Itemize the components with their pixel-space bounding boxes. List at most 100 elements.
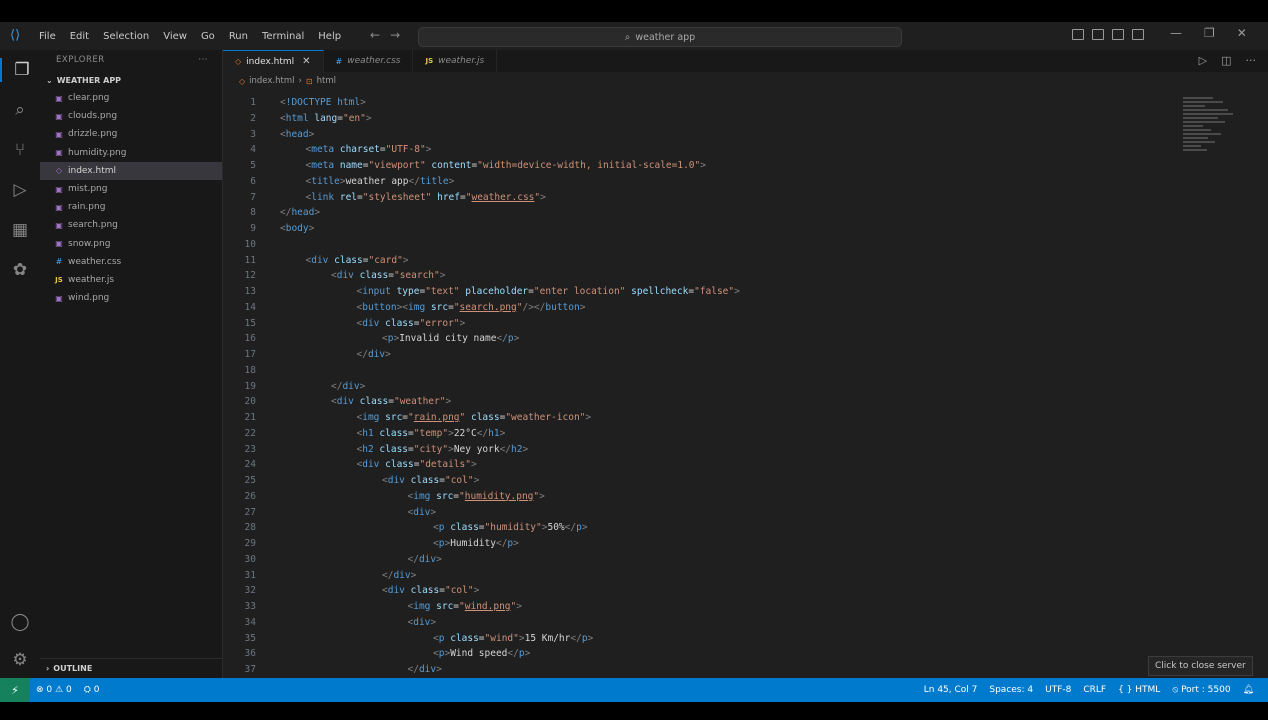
file-item[interactable]: ▣ rain.png [40, 198, 222, 216]
code-line[interactable]: 7 <link rel="stylesheet" href="weather.cs… [223, 190, 546, 206]
code-line[interactable]: 10 [223, 237, 280, 253]
code-line[interactable]: 2 <html lang="en"> [223, 111, 371, 127]
restore-icon[interactable]: ❐ [1204, 26, 1215, 40]
file-item[interactable]: # weather.css [40, 253, 222, 271]
code-line[interactable]: 23 <h2 class="city">Ney york</h2> [223, 442, 529, 458]
remote-indicator-icon[interactable]: ⚡ [0, 678, 30, 702]
code-line[interactable]: 18 [223, 363, 280, 379]
code-line[interactable]: 24 <div class="details"> [223, 457, 477, 473]
code-line[interactable]: 21 <img src="rain.png" class="weather-ico… [223, 410, 592, 426]
file-item[interactable]: ▣ drizzle.png [40, 125, 222, 143]
cursor-position[interactable]: Ln 45, Col 7 [918, 685, 984, 695]
code-line[interactable]: 26 <img src="humidity.png"> [223, 489, 545, 505]
command-center-search[interactable]: ⌕ weather app [418, 27, 902, 47]
code-line[interactable]: 3 <head> [223, 127, 314, 143]
toggle-sidebar-icon[interactable] [1072, 29, 1084, 40]
vertical-scrollbar[interactable] [1258, 90, 1268, 678]
file-item[interactable]: ◇ index.html [40, 161, 222, 180]
code-line[interactable]: 13 <input type="text" placeholder="enter … [223, 284, 740, 300]
menu-help[interactable]: Help [311, 31, 348, 42]
code-line[interactable]: 36 <p>Wind speed</p> [223, 646, 531, 662]
tab-weather-css[interactable]: # weather.css [324, 50, 414, 72]
file-item[interactable]: ▣ snow.png [40, 235, 222, 253]
back-arrow-icon[interactable]: ← [370, 28, 390, 42]
menu-selection[interactable]: Selection [96, 31, 156, 42]
run-debug-icon[interactable]: ▷ [8, 178, 32, 202]
close-window-icon[interactable]: ✕ [1237, 26, 1247, 40]
code-line[interactable]: 33 <img src="wind.png"> [223, 599, 522, 615]
code-line[interactable]: 6 <title>weather app</title> [223, 174, 454, 190]
menu-file[interactable]: File [32, 31, 63, 42]
file-item[interactable]: ▣ mist.png [40, 180, 222, 198]
code-line[interactable]: 29 <p>Humidity</p> [223, 536, 519, 552]
explorer-icon[interactable]: ❐ [0, 58, 42, 82]
end-of-line[interactable]: CRLF [1077, 685, 1112, 695]
forward-arrow-icon[interactable]: → [390, 28, 410, 42]
close-tab-icon[interactable]: ✕ [302, 56, 310, 67]
code-line[interactable]: 8 </head> [223, 205, 320, 221]
code-line[interactable]: 19 </div> [223, 379, 366, 395]
encoding[interactable]: UTF-8 [1039, 685, 1077, 695]
code-line[interactable]: 12 <div class="search"> [223, 268, 446, 284]
code-line[interactable]: 14 <button><img src="search.png"/></butto… [223, 300, 586, 316]
file-item[interactable]: JS weather.js [40, 271, 222, 289]
run-file-icon[interactable]: ▷ [1199, 54, 1207, 67]
code-line[interactable]: 35 <p class="wind">15 Km/hr</p> [223, 631, 594, 647]
file-item[interactable]: ▣ wind.png [40, 289, 222, 307]
tab-index-html[interactable]: ◇ index.html ✕ [223, 50, 324, 72]
file-item[interactable]: ▣ clouds.png [40, 107, 222, 125]
code-line[interactable]: 22 <h1 class="temp">22°C</h1> [223, 426, 506, 442]
file-item[interactable]: ▣ humidity.png [40, 144, 222, 162]
source-control-icon[interactable]: ⑂ [8, 138, 32, 162]
outline-section[interactable]: › OUTLINE [40, 658, 222, 678]
problems-indicator[interactable]: ⊗ 0 ⚠ 0 [30, 685, 78, 695]
code-line[interactable]: 37 </div> [223, 662, 442, 678]
more-actions-icon[interactable]: ··· [1246, 54, 1257, 67]
indentation[interactable]: Spaces: 4 [983, 685, 1039, 695]
code-line[interactable]: 20 <div class="weather"> [223, 394, 452, 410]
more-actions-icon[interactable]: ··· [198, 55, 208, 65]
code-line[interactable]: 31 </div> [223, 568, 417, 584]
toggle-secondary-sidebar-icon[interactable] [1112, 29, 1124, 40]
code-line[interactable]: 17 </div> [223, 347, 391, 363]
breadcrumb-file[interactable]: index.html [249, 76, 294, 86]
code-line[interactable]: 32 <div class="col"> [223, 583, 480, 599]
folder-weather-app[interactable]: ⌄ WEATHER APP [40, 71, 222, 89]
code-line[interactable]: 9 <body> [223, 221, 314, 237]
remote-explorer-icon[interactable]: ✿ [8, 258, 32, 282]
code-editor[interactable]: 1 <!DOCTYPE html> 2 <html lang="en"> 3 <head>… [223, 90, 1183, 678]
menu-edit[interactable]: Edit [63, 31, 96, 42]
breadcrumb-node[interactable]: html [317, 76, 336, 86]
split-editor-icon[interactable]: ◫ [1221, 54, 1231, 67]
menu-run[interactable]: Run [222, 31, 255, 42]
live-server-port[interactable]: ⦸ Port : 5500 [1166, 685, 1236, 695]
file-item[interactable]: ▣ clear.png [40, 89, 222, 107]
language-mode[interactable]: { } HTML [1112, 685, 1166, 695]
code-line[interactable]: 1 <!DOCTYPE html> [223, 95, 366, 111]
search-view-icon[interactable]: ⌕ [8, 98, 32, 122]
code-line[interactable]: 4 <meta charset="UTF-8"> [223, 142, 431, 158]
notifications-bell-icon[interactable]: 🔔︎ [1237, 685, 1260, 695]
code-line[interactable]: 16 <p>Invalid city name</p> [223, 331, 520, 347]
settings-gear-icon[interactable]: ⚙ [8, 648, 32, 672]
code-line[interactable]: 25 <div class="col"> [223, 473, 480, 489]
code-line[interactable]: 34 <div> [223, 615, 437, 631]
minimap[interactable] [1183, 97, 1238, 157]
code-line[interactable]: 27 <div> [223, 505, 437, 521]
customize-layout-icon[interactable] [1132, 29, 1144, 40]
accounts-icon[interactable]: ◯ [8, 610, 32, 634]
code-line[interactable]: 5 <meta name="viewport" content="width=de… [223, 158, 706, 174]
code-line[interactable]: 28 <p class="humidity">50%</p> [223, 520, 588, 536]
code-line[interactable]: 15 <div class="error"> [223, 316, 466, 332]
file-item[interactable]: ▣ search.png [40, 216, 222, 234]
ports-indicator[interactable]: ⛭ 0 [78, 685, 106, 695]
code-line[interactable]: 11 <div class="card"> [223, 253, 409, 269]
extensions-icon[interactable]: ▦ [8, 218, 32, 242]
menu-view[interactable]: View [156, 31, 194, 42]
minimize-icon[interactable]: — [1170, 26, 1182, 40]
menu-go[interactable]: Go [194, 31, 222, 42]
code-line[interactable]: 30 </div> [223, 552, 442, 568]
menu-terminal[interactable]: Terminal [255, 31, 311, 42]
tab-weather-js[interactable]: JS weather.js [413, 50, 498, 72]
toggle-panel-icon[interactable] [1092, 29, 1104, 40]
